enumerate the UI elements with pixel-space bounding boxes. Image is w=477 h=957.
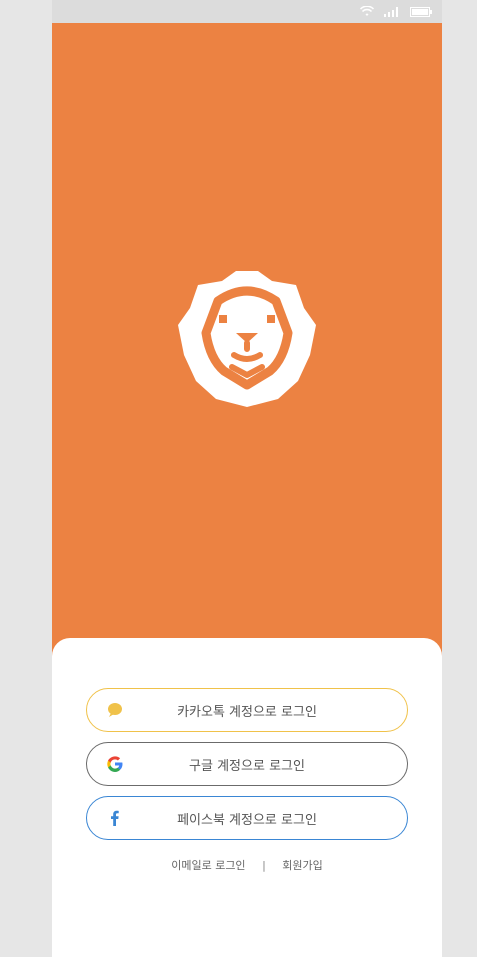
email-login-link[interactable]: 이메일로 로그인	[171, 857, 245, 873]
chat-bubble-icon	[108, 703, 122, 717]
login-sheet: 카카오톡 계정으로 로그인 구글 계정으로 로그인 페이스북 계정으로 로그인 …	[52, 638, 442, 957]
wifi-icon	[360, 6, 374, 16]
google-login-label: 구글 계정으로 로그인	[189, 758, 305, 774]
google-g-icon	[107, 756, 123, 772]
facebook-login-button[interactable]: 페이스북 계정으로 로그인	[86, 796, 408, 840]
signal-icon	[384, 6, 398, 17]
signup-link[interactable]: 회원가입	[282, 857, 322, 873]
phone-screen: 카카오톡 계정으로 로그인 구글 계정으로 로그인 페이스북 계정으로 로그인 …	[52, 0, 442, 957]
kakao-login-label: 카카오톡 계정으로 로그인	[177, 704, 317, 720]
kakao-login-button[interactable]: 카카오톡 계정으로 로그인	[86, 688, 408, 732]
status-bar	[52, 0, 442, 23]
lion-logo-icon	[178, 271, 316, 407]
splash-hero	[52, 23, 442, 663]
footer-links: 이메일로 로그인 | 회원가입	[52, 857, 442, 873]
battery-icon	[410, 6, 432, 17]
facebook-login-label: 페이스북 계정으로 로그인	[177, 812, 317, 828]
facebook-f-icon	[111, 810, 119, 826]
google-login-button[interactable]: 구글 계정으로 로그인	[86, 742, 408, 786]
link-separator: |	[262, 859, 266, 872]
